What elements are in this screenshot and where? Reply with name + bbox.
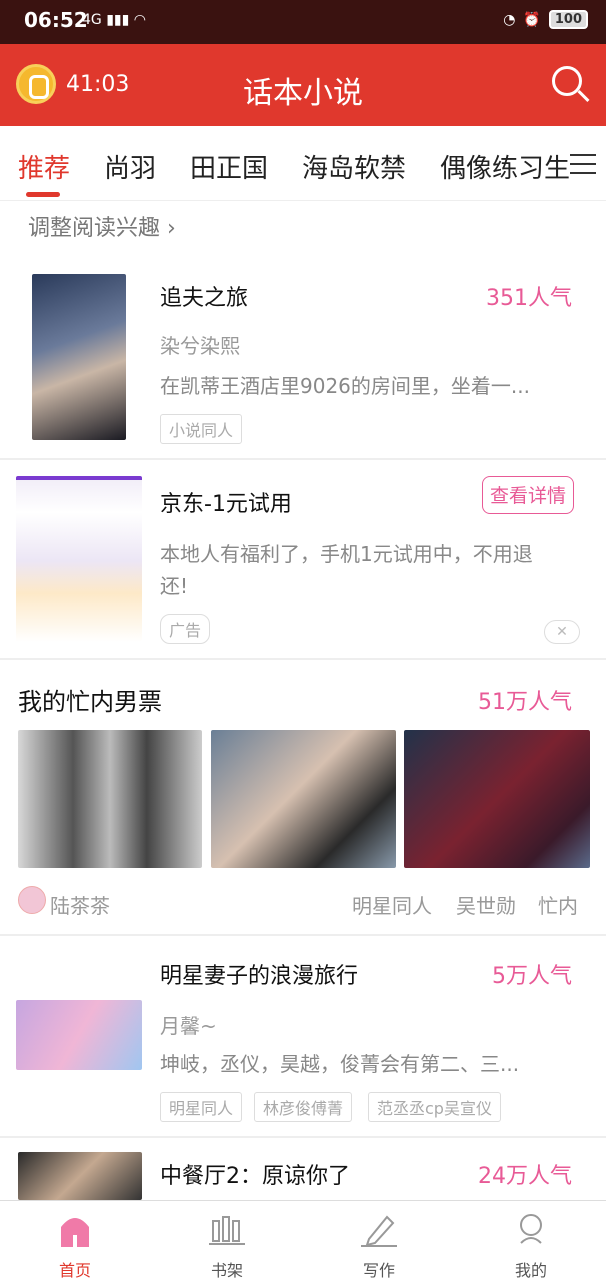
- book-title[interactable]: 明星妻子的浪漫旅行: [160, 958, 358, 990]
- network-type: 4G: [82, 12, 102, 28]
- book-author: 染兮染熙: [160, 334, 240, 358]
- ad-title[interactable]: 京东-1元试用: [160, 486, 292, 518]
- tab-haidao[interactable]: 海岛软禁: [302, 148, 406, 185]
- battery-icon: 100: [548, 10, 588, 29]
- menu-icon[interactable]: [570, 154, 596, 174]
- book-title[interactable]: 追夫之旅: [160, 280, 248, 312]
- status-bar: 06:52 4G ▮▮▮ ◠ ◔ ⏰ 100: [0, 0, 606, 44]
- app-bar: 41:03 话本小说: [0, 44, 606, 126]
- book-excerpt: 在凯蒂王酒店里9026的房间里，坐着一...: [160, 374, 530, 398]
- nav-home[interactable]: 首页: [20, 1201, 130, 1281]
- ad-badge: 广告: [160, 614, 211, 644]
- status-time: 06:52: [24, 8, 88, 32]
- ad-text: 本地人有福利了，手机1元试用中，不用退 还!: [160, 538, 590, 602]
- book-tag[interactable]: 忙内: [538, 890, 578, 919]
- popularity-count: 5万人气: [492, 964, 572, 989]
- book-tag[interactable]: 小说同人: [160, 414, 243, 444]
- book-title[interactable]: 我的忙内男票: [18, 682, 162, 717]
- tab-tianzhengguo[interactable]: 田正国: [190, 148, 268, 185]
- close-ad-icon[interactable]: ✕: [544, 620, 580, 644]
- tab-idol[interactable]: 偶像练习生: [440, 148, 570, 185]
- book-image[interactable]: [18, 730, 202, 868]
- book-tag[interactable]: 林彦俊傅菁: [254, 1092, 353, 1122]
- status-right: ◔ ⏰ 100: [503, 10, 588, 29]
- divider: [0, 658, 606, 660]
- book-tag[interactable]: 明星同人: [352, 890, 432, 919]
- book-image[interactable]: [404, 730, 590, 868]
- chevron-right-icon: ›: [167, 216, 176, 241]
- signal-icon: 4G ▮▮▮ ◠: [82, 12, 146, 28]
- book-excerpt: 坤岐，丞仪，昊越，俊菁会有第二、三...: [160, 1052, 520, 1076]
- ad-text-line2: 还!: [160, 574, 189, 598]
- search-icon[interactable]: [552, 66, 582, 96]
- nav-profile-label: 我的: [514, 1261, 547, 1280]
- book-author: 月馨~: [160, 1014, 217, 1038]
- profile-icon: [520, 1214, 542, 1244]
- adjust-interest-label: 调整阅读兴趣: [28, 216, 161, 241]
- tab-shangyu[interactable]: 尚羽: [104, 148, 156, 185]
- book-tag[interactable]: 范丞丞cp吴宣仪: [368, 1092, 501, 1122]
- adjust-interest-link[interactable]: 调整阅读兴趣 ›: [28, 210, 176, 242]
- nav-write[interactable]: 写作: [324, 1201, 434, 1281]
- popularity-count: 51万人气: [478, 690, 572, 715]
- book-image[interactable]: [211, 730, 396, 868]
- book-cover[interactable]: [16, 1000, 142, 1070]
- book-cover[interactable]: [32, 274, 126, 440]
- book-title[interactable]: 中餐厅2：原谅你了: [160, 1158, 350, 1190]
- divider: [0, 458, 606, 460]
- avatar[interactable]: [18, 886, 46, 914]
- nav-home-label: 首页: [58, 1261, 91, 1280]
- popularity-count: 351人气: [486, 286, 572, 311]
- nav-bookshelf[interactable]: 书架: [172, 1201, 282, 1281]
- bookshelf-icon: [209, 1216, 245, 1245]
- book-cover[interactable]: [18, 1152, 142, 1200]
- home-icon: [61, 1218, 89, 1247]
- ad-image[interactable]: [16, 476, 142, 642]
- book-author[interactable]: 陆茶茶: [50, 890, 110, 919]
- divider: [0, 1136, 606, 1138]
- book-tag[interactable]: 明星同人: [160, 1092, 243, 1122]
- alarm-icon: ⏰: [523, 11, 541, 28]
- pencil-icon: [361, 1215, 397, 1247]
- divider: [0, 934, 606, 936]
- app-title: 话本小说: [243, 76, 363, 111]
- popularity-count: 24万人气: [478, 1164, 572, 1189]
- category-tabs: 推荐 尚羽 田正国 海岛软禁 偶像练习生: [0, 126, 606, 201]
- view-details-button[interactable]: 查看详情: [482, 476, 574, 514]
- lock-icon: ◔: [503, 11, 516, 28]
- nav-write-label: 写作: [362, 1261, 395, 1280]
- nav-bookshelf-label: 书架: [210, 1261, 243, 1280]
- tab-recommend[interactable]: 推荐: [18, 148, 70, 185]
- nav-profile[interactable]: 我的: [476, 1201, 586, 1281]
- bottom-nav: 首页 书架 写作 我的: [0, 1200, 606, 1281]
- book-tag[interactable]: 吴世勋: [456, 890, 516, 919]
- ad-text-line1: 本地人有福利了，手机1元试用中，不用退: [160, 542, 533, 566]
- tab-indicator: [26, 192, 60, 197]
